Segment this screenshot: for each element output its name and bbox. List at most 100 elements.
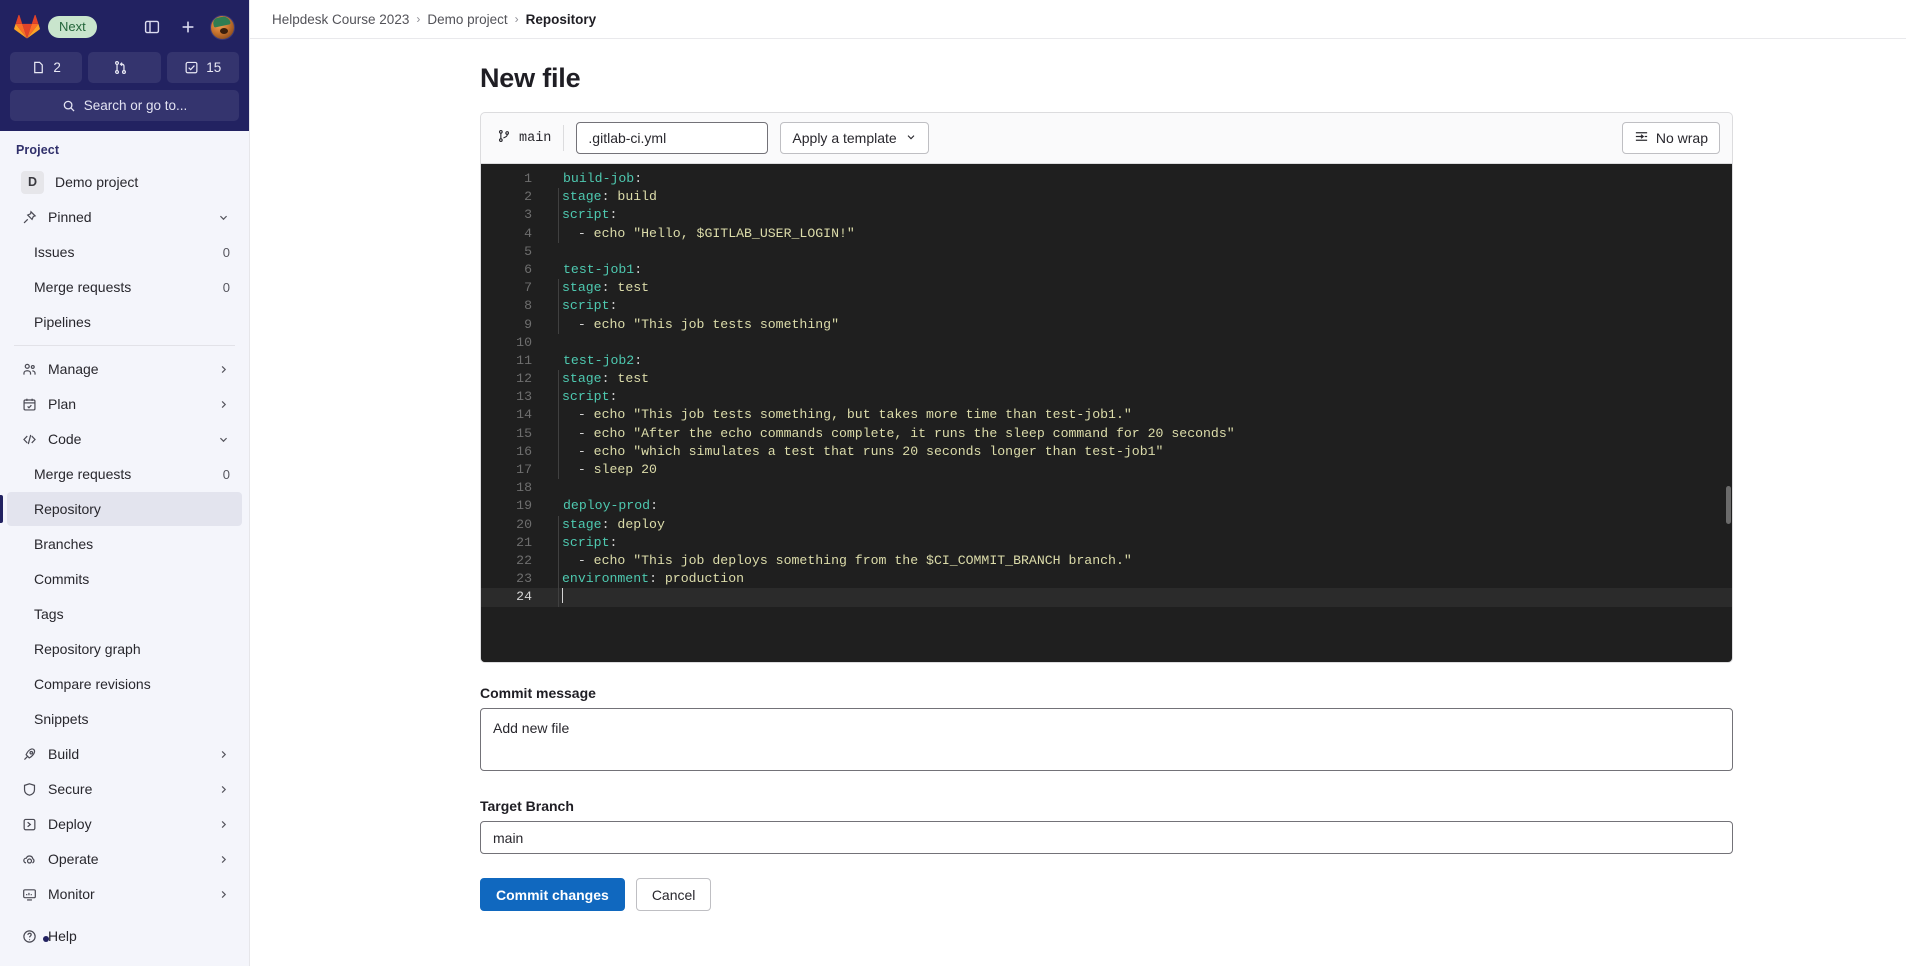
code-line[interactable]: 9 - echo "This job tests something" — [481, 315, 1732, 334]
line-content: stage: deploy — [562, 516, 665, 532]
sidebar-item-compare-revisions[interactable]: Compare revisions — [7, 667, 242, 701]
sidebar-brand-row: Next — [10, 6, 239, 48]
sidebar-item-manage[interactable]: Manage — [7, 352, 242, 386]
chevron-right-icon — [217, 783, 230, 796]
sidebar-nav: Project D Demo project Pinned Issues 0 M… — [0, 131, 249, 916]
apply-template-button[interactable]: Apply a template — [780, 122, 929, 154]
code-line[interactable]: 4 - echo "Hello, $GITLAB_USER_LOGIN!" — [481, 224, 1732, 243]
line-number: 1 — [524, 171, 532, 186]
sidebar-item-issues[interactable]: Issues 0 — [7, 235, 242, 269]
code-line[interactable]: 1 build-job: — [481, 170, 1732, 188]
code-line[interactable]: 20 stage: deploy — [481, 515, 1732, 534]
sidebar-section-title: Project — [16, 143, 60, 157]
chevron-right-icon — [217, 818, 230, 831]
sidebar-item-pinned[interactable]: Pinned — [7, 200, 242, 234]
sidebar-item-code[interactable]: Code — [7, 422, 242, 456]
code-line[interactable]: 8 script: — [481, 297, 1732, 316]
line-number: 2 — [524, 189, 532, 205]
code-line[interactable]: 3 script: — [481, 206, 1732, 225]
next-badge[interactable]: Next — [48, 16, 97, 38]
code-line[interactable]: 23 environment: production — [481, 570, 1732, 589]
filename-input[interactable] — [576, 122, 769, 154]
code-line[interactable]: 12 stage: test — [481, 370, 1732, 389]
code-line[interactable]: 17 - sleep 20 — [481, 461, 1732, 480]
cloud-gear-icon — [21, 851, 37, 867]
sidebar-item-label: Monitor — [48, 886, 95, 902]
sidebar-item-merge-requests[interactable]: Merge requests 0 — [7, 457, 242, 491]
issues-counter[interactable]: 2 — [10, 52, 83, 83]
sidebar-item-repository-graph[interactable]: Repository graph — [7, 632, 242, 666]
code-line[interactable]: 16 - echo "which simulates a test that r… — [481, 442, 1732, 461]
text-cursor — [562, 588, 563, 604]
sidebar-item-commits[interactable]: Commits — [7, 562, 242, 596]
no-wrap-button[interactable]: No wrap — [1621, 122, 1720, 154]
sidebar-item-monitor[interactable]: Monitor — [7, 877, 242, 911]
code-line[interactable]: 18 — [481, 479, 1732, 497]
line-number: 5 — [524, 243, 532, 259]
branch-name: main — [519, 130, 552, 146]
sidebar-item-plan[interactable]: Plan — [7, 387, 242, 421]
breadcrumb-item-project[interactable]: Demo project — [427, 12, 507, 27]
search-input[interactable]: Search or go to... — [10, 90, 239, 121]
sidebar-item-merge-requests-pinned[interactable]: Merge requests 0 — [7, 270, 242, 304]
code-line[interactable]: 14 - echo "This job tests something, but… — [481, 406, 1732, 425]
indent-guide — [545, 170, 563, 188]
commit-message-input[interactable] — [480, 708, 1733, 771]
code-line[interactable]: 5 — [481, 243, 1732, 261]
line-number: 9 — [524, 316, 532, 332]
merge-requests-counter[interactable] — [88, 52, 161, 83]
line-content: - echo "This job tests something" — [562, 316, 839, 332]
line-content: - echo "which simulates a test that runs… — [562, 443, 1164, 459]
line-number: 20 — [516, 516, 532, 532]
code-line[interactable]: 7 stage: test — [481, 279, 1732, 298]
sidebar-item-analyze[interactable]: Analyze — [7, 912, 242, 916]
code-line[interactable]: 24 — [481, 588, 1732, 607]
line-content: - echo "After the echo commands complete… — [562, 425, 1235, 441]
sidebar-item-snippets[interactable]: Snippets — [7, 702, 242, 736]
code-line[interactable]: 21 script: — [481, 533, 1732, 552]
search-placeholder: Search or go to... — [83, 98, 188, 113]
indent-guide — [545, 243, 563, 261]
plus-icon[interactable] — [174, 13, 202, 41]
code-line[interactable]: 22 - echo "This job deploys something fr… — [481, 551, 1732, 571]
gitlab-logo-icon[interactable] — [14, 14, 40, 40]
breadcrumb-item-group[interactable]: Helpdesk Course 2023 — [272, 12, 409, 27]
todos-counter[interactable]: 15 — [166, 52, 239, 83]
code-line[interactable]: 13 script: — [481, 388, 1732, 407]
sidebar-item-branches[interactable]: Branches — [7, 527, 242, 561]
sidebar-item-repository[interactable]: Repository — [0, 492, 242, 526]
line-number: 16 — [516, 443, 532, 459]
chevron-right-icon — [217, 853, 230, 866]
code-editor[interactable]: 1 build-job: 2 stage: build 3 script: 4 - echo… — [480, 164, 1733, 663]
cancel-button[interactable]: Cancel — [635, 878, 712, 911]
sidebar-item-operate[interactable]: Operate — [7, 842, 242, 876]
sidebar-item-build[interactable]: Build — [7, 737, 242, 771]
code-line[interactable]: 10 — [481, 334, 1732, 352]
sidebar-item-demo-project[interactable]: D Demo project — [7, 165, 242, 199]
sidebar-item-secure[interactable]: Secure — [7, 772, 242, 806]
deploy-icon — [21, 816, 37, 832]
code-line[interactable]: 11 test-job2: — [481, 352, 1732, 370]
sidebar-item-pipelines[interactable]: Pipelines — [7, 305, 242, 339]
sidebar-item-tags[interactable]: Tags — [7, 597, 242, 631]
code-line[interactable]: 2 stage: build — [481, 188, 1732, 207]
user-avatar[interactable] — [210, 14, 235, 40]
line-content: stage: test — [562, 280, 650, 296]
code-line[interactable]: 15 - echo "After the echo commands compl… — [481, 424, 1732, 443]
code-line[interactable]: 19 deploy-prod: — [481, 497, 1732, 515]
issues-count: 2 — [53, 60, 61, 75]
line-content: - sleep 20 — [562, 462, 657, 477]
commit-changes-button[interactable]: Commit changes — [480, 878, 625, 911]
sidebar-item-help[interactable]: Help — [7, 919, 242, 953]
line-number: 12 — [516, 371, 532, 387]
target-branch-input[interactable] — [480, 821, 1733, 854]
sidebar-toggle-icon[interactable] — [138, 13, 166, 41]
code-line[interactable]: 6 test-job1: — [481, 261, 1732, 279]
line-content: build-job: — [563, 171, 643, 186]
chevron-down-icon — [217, 211, 230, 224]
file-editor: main Apply a template — [480, 112, 1733, 911]
sidebar-item-label: Demo project — [55, 174, 139, 190]
editor-scrollbar[interactable] — [1726, 486, 1731, 524]
line-number: 11 — [516, 352, 532, 368]
sidebar-item-deploy[interactable]: Deploy — [7, 807, 242, 841]
